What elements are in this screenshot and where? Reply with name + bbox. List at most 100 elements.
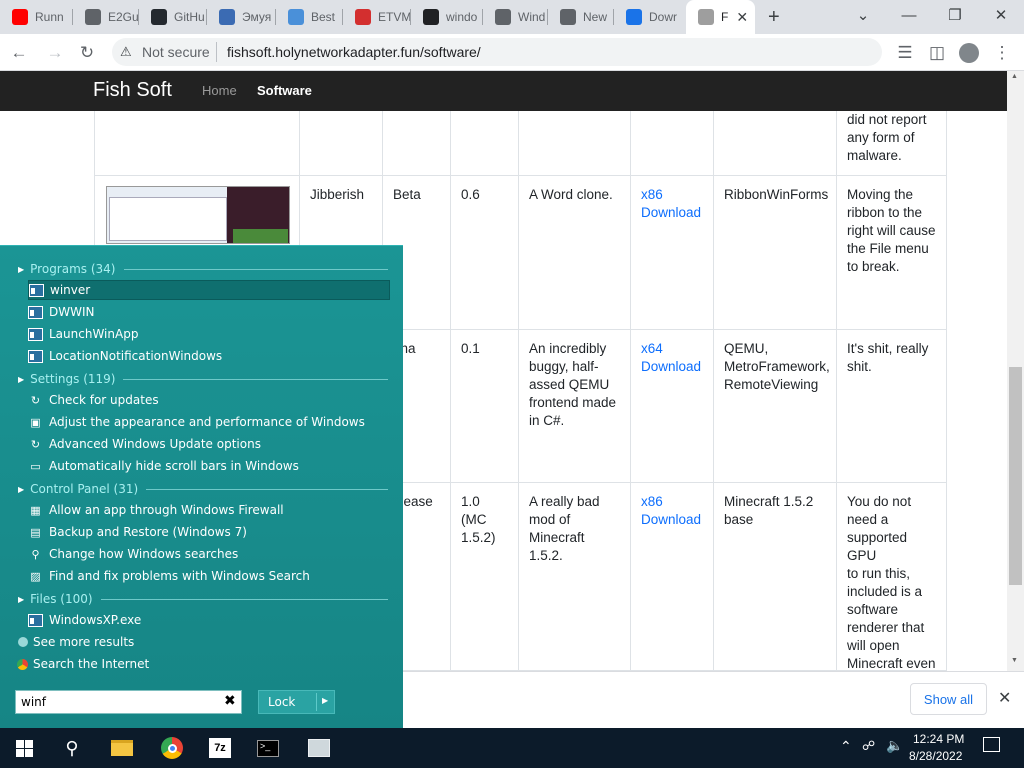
start-result-item[interactable]: winver (28, 280, 390, 300)
nav-software-link[interactable]: Software (257, 83, 312, 98)
reading-list-icon[interactable]: ☰ (892, 40, 918, 66)
start-group-header[interactable]: ▶ Settings (119) (18, 370, 388, 388)
show-hidden-icons-chevron[interactable]: ⌃ (840, 738, 852, 755)
lock-label: Lock (268, 695, 296, 709)
start-result-item[interactable]: ▤ Backup and Restore (Windows 7) (28, 522, 390, 542)
reload-button[interactable]: ↻ (74, 40, 100, 66)
notes-cell: It's shit, really shit. (837, 330, 947, 483)
start-result-item[interactable]: ↻ Advanced Windows Update options (28, 434, 390, 454)
start-result-item[interactable]: ▦ Allow an app through Windows Firewall (28, 500, 390, 520)
browser-tab[interactable]: New (548, 0, 614, 34)
scroll-up-icon[interactable]: ▲ (1011, 73, 1018, 80)
start-result-item[interactable]: ↻ Check for updates (28, 390, 390, 410)
address-bar[interactable]: ⚠ Not secure fishsoft.holynetworkadapter… (112, 38, 882, 66)
search-internet-label: Search the Internet (33, 657, 150, 671)
browser-tab[interactable]: Эмуя (207, 0, 276, 34)
start-result-item[interactable]: ▣ Adjust the appearance and performance o… (28, 412, 390, 432)
app-screenshot-thumbnail[interactable] (106, 186, 290, 244)
browser-tab[interactable]: Wind (483, 0, 548, 34)
url-text[interactable]: fishsoft.holynetworkadapter.fun/software… (227, 44, 481, 60)
expand-arrow-icon: ▶ (18, 374, 25, 384)
close-tab-icon[interactable]: ✕ (736, 9, 748, 26)
search-internet-link[interactable]: Search the Internet (17, 657, 149, 671)
file-explorer-icon[interactable] (98, 728, 146, 768)
close-download-bar-icon[interactable]: ✕ (998, 688, 1011, 708)
nav-home-link[interactable]: Home (202, 83, 237, 98)
result-label: winver (50, 283, 91, 297)
search-icon[interactable]: ⚲ (48, 728, 96, 768)
notification-center-icon[interactable] (983, 737, 1000, 752)
taskbar: ⚲ 7z >_ ⌃ ☍ 🔈 12:24 PM 8/28/2022 (0, 728, 1024, 768)
7zip-icon[interactable]: 7z (196, 728, 244, 768)
cell-text: the File menu (847, 241, 929, 256)
page-scrollbar[interactable]: ▲ ▼ (1007, 71, 1024, 671)
start-group-header[interactable]: ▶ Control Panel (31) (18, 480, 388, 498)
start-search-value: winf (21, 695, 46, 709)
browser-tab[interactable]: Runn (0, 0, 73, 34)
site-icon (219, 9, 235, 25)
browser-tab[interactable]: E2Gu (73, 0, 139, 34)
based-on-cell: QEMU, MetroFramework, RemoteViewing (714, 330, 837, 483)
browser-tab[interactable]: F ✕ (686, 0, 755, 34)
tab-label: windo (446, 10, 478, 24)
app-window-icon[interactable] (295, 728, 343, 768)
download-cell: x86 Download (631, 483, 714, 671)
tab-label: Best (311, 10, 336, 24)
start-button[interactable] (0, 728, 48, 768)
forward-button[interactable]: → (42, 40, 68, 66)
back-button[interactable]: ← (6, 40, 32, 66)
download-link[interactable]: Download (641, 204, 703, 222)
lock-button[interactable]: Lock ▶ (258, 690, 335, 714)
start-result-item[interactable]: ▨ Find and fix problems with Windows Sear… (28, 566, 390, 586)
volume-icon[interactable]: 🔈 (886, 737, 903, 754)
arch-link[interactable]: x86 (641, 186, 703, 204)
terminal-icon[interactable]: >_ (244, 728, 292, 768)
show-all-button[interactable]: Show all (910, 683, 987, 715)
new-tab-button[interactable]: + (760, 0, 790, 34)
start-group-header[interactable]: ▶ Files (100) (18, 590, 388, 608)
side-panel-icon[interactable]: ◫ (924, 40, 950, 66)
clear-search-icon[interactable]: ✖ (224, 693, 236, 709)
start-result-item[interactable]: DWWIN (28, 302, 390, 322)
arch-link[interactable]: x86 (641, 493, 703, 511)
group-divider (100, 598, 388, 600)
scrollbar-thumb[interactable] (1009, 367, 1022, 585)
based-on-cell: Minecraft 1.5.2 base (714, 483, 837, 671)
cell-text: included is a (847, 584, 923, 599)
restore-button[interactable]: ❐ (932, 0, 978, 30)
chrome-taskbar-icon[interactable] (148, 728, 196, 768)
menu-kebab-icon[interactable]: ⋮ (989, 40, 1015, 66)
browser-tab[interactable]: Best (276, 0, 343, 34)
start-result-item[interactable]: WindowsXP.exe (28, 610, 390, 630)
gear-icon (288, 9, 304, 25)
table-cell (94, 111, 300, 176)
browser-tab[interactable]: GitHu (139, 0, 207, 34)
browser-tab[interactable]: ETVM (343, 0, 411, 34)
download-link[interactable]: Download (641, 511, 703, 529)
start-result-item[interactable]: LocationNotificationWindows (28, 346, 390, 366)
close-window-button[interactable]: ✕ (978, 0, 1024, 30)
arch-link[interactable]: x64 (641, 340, 703, 358)
scroll-down-icon[interactable]: ▼ (1011, 657, 1018, 664)
lock-options-arrow-icon[interactable]: ▶ (322, 696, 328, 705)
cell-text: Moving the (847, 187, 914, 202)
browser-tab[interactable]: windo (411, 0, 483, 34)
cell-text: It's shit, really (847, 341, 929, 356)
backup-icon: ▤ (30, 525, 41, 539)
clock-date[interactable]: 8/28/2022 (909, 749, 962, 763)
network-icon[interactable]: ☍ (862, 738, 875, 754)
start-search-input[interactable]: winf ✖ (15, 690, 242, 714)
clock-time[interactable]: 12:24 PM (913, 732, 964, 746)
start-result-item[interactable]: ⚲ Change how Windows searches (28, 544, 390, 564)
minimize-button[interactable]: — (886, 0, 932, 30)
start-result-item[interactable]: ▭ Automatically hide scroll bars in Windo… (28, 456, 390, 476)
start-result-item[interactable]: LaunchWinApp (28, 324, 390, 344)
see-more-results-link[interactable]: See more results (18, 635, 134, 649)
security-label[interactable]: Not secure (142, 44, 210, 60)
download-link[interactable]: Download (641, 358, 703, 376)
tab-search-icon[interactable]: ⌄ (840, 0, 886, 30)
profile-avatar[interactable] (956, 40, 982, 66)
browser-tab[interactable]: Dowr (614, 0, 686, 34)
site-brand[interactable]: Fish Soft (93, 79, 172, 102)
start-group-header[interactable]: ▶ Programs (34) (18, 260, 388, 278)
